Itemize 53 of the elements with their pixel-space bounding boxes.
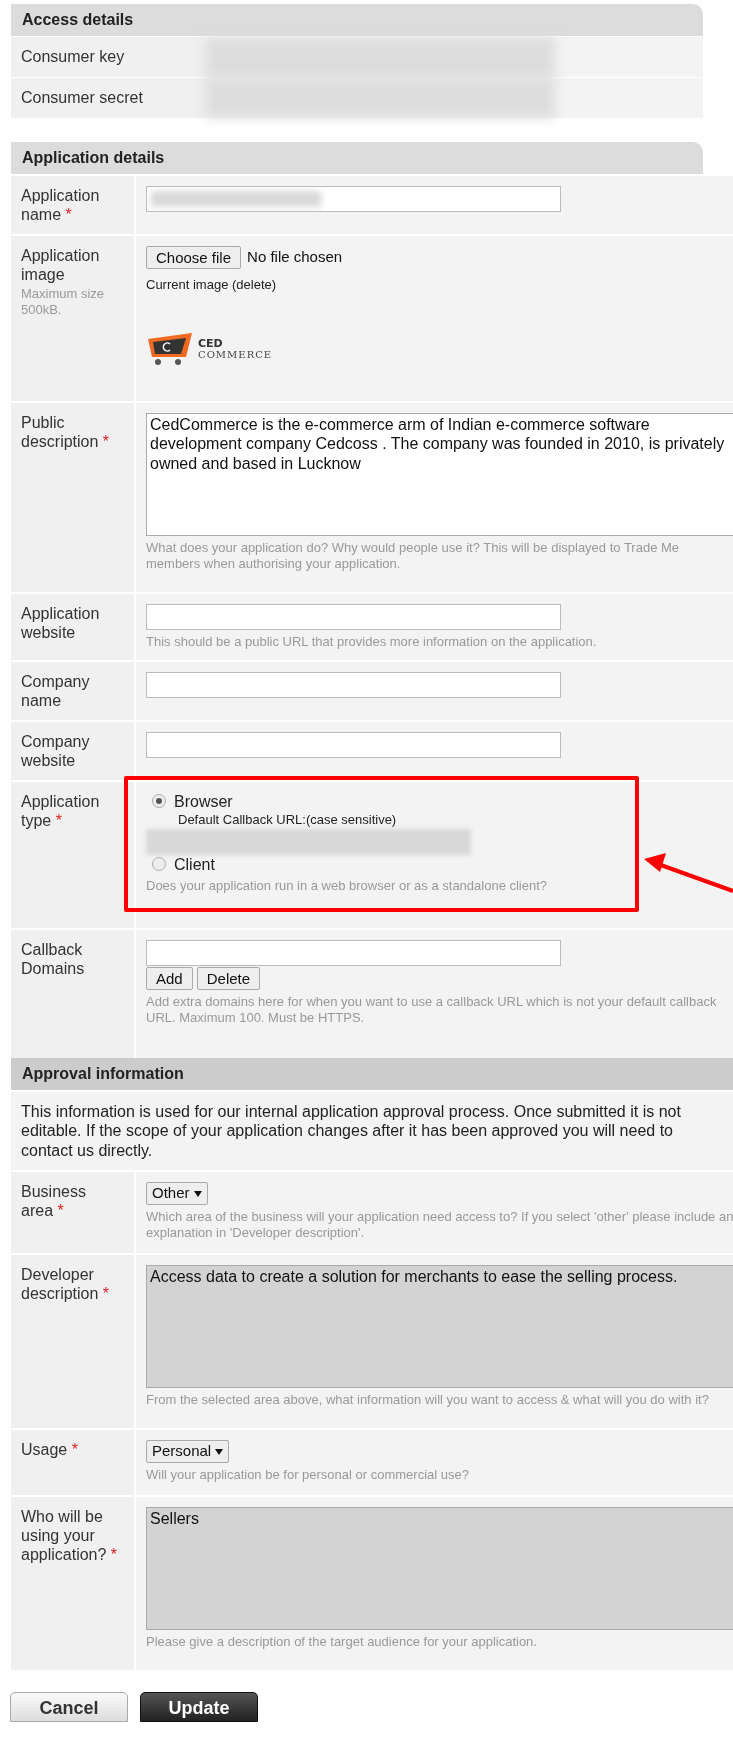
section-title: Access details [22,10,134,30]
text-input[interactable] [146,939,561,966]
caret-icon [215,1448,224,1455]
choose-file-button[interactable]: Choose file [146,246,242,269]
field-label: Who will be using your application? * [21,1508,118,1563]
text-area[interactable]: Access data to create a solution for merchants to ease the selling process. [146,1265,733,1388]
form-button[interactable]: Add [146,966,193,990]
field-hint: Which area of the business will your application need access to? If you select 'other' please include an explanation in 'Developer description'. [146,1209,733,1241]
text-input[interactable] [146,603,561,630]
field-hint: Please give a description of the target audience for your application. [146,1634,538,1650]
radio-button[interactable] [152,857,166,871]
field-hint: What does your application do? Why would people use it? This will be displayed to Trade Me members when authorising your application. [146,539,681,572]
field-label: Business area * [21,1183,86,1219]
update-button[interactable]: Update [140,1692,258,1722]
field-label: Callback Domains [21,940,85,977]
radio-label: Client [174,854,215,874]
radio-button[interactable] [152,794,166,808]
select-dropdown[interactable]: Other [146,1182,208,1205]
field-hint: Add extra domains here for when you want to use a callback URL which is not your default callback URL. Maximum 100. Must be HTTPS. [146,993,718,1026]
logo-text: COMMERCE [198,348,273,360]
field-label: Consumer secret [21,88,143,108]
text-input[interactable] [146,671,561,698]
field-label: Application type * [21,792,100,829]
field-label: Application name * [21,187,100,223]
intro-paragraph: This information is used for our internal application approval process. Once submitted it is not editable. If the scope of your application changes after it has been approved you will need to contact us directly. [21,1101,682,1160]
field-label: Application website [21,604,100,641]
form-button[interactable]: Delete [196,966,261,990]
text-area[interactable]: Sellers [146,1507,733,1630]
field-label: Developer description * [21,1266,110,1302]
field-hint: Does your application run in a web browser or as a standalone client? [146,877,549,894]
field-label: Company name [21,672,90,709]
field-label: Usage * [21,1441,78,1458]
field-hint: This should be a public URL that provides more information on the application. [146,633,598,650]
field-label: Consumer key [21,47,125,67]
caret-icon [193,1190,202,1197]
field-hint: From the selected area above, what information will you want to access & what will you do with it? [146,1392,710,1408]
text-input[interactable] [146,186,561,212]
field-label: Public description * [21,413,110,450]
radio-label: Browser [174,791,233,811]
field-note: Maximum size 500kB. [21,286,106,318]
text-area[interactable]: CedCommerce is the e-commerce arm of Indian e-commerce software development company Cedcoss . The company was founded in 2010, is privately owned and based in Lucknow [146,412,733,536]
logo-text: CED [198,337,224,349]
field-label: Company website [21,732,90,769]
section-title: Approval information [22,1063,184,1084]
field-hint: Will your application be for personal or commercial use? [146,1467,470,1483]
select-dropdown[interactable]: Personal [146,1440,230,1463]
current-image-text: Current image (delete) [146,276,278,294]
cancel-button[interactable]: Cancel [10,1692,128,1722]
file-status: No file chosen [247,247,343,268]
field-label: Application image [21,247,100,283]
section-title: Application details [22,148,165,168]
text-input[interactable] [146,731,561,758]
callback-url-label: Default Callback URL:(case sensitive) [177,811,398,827]
